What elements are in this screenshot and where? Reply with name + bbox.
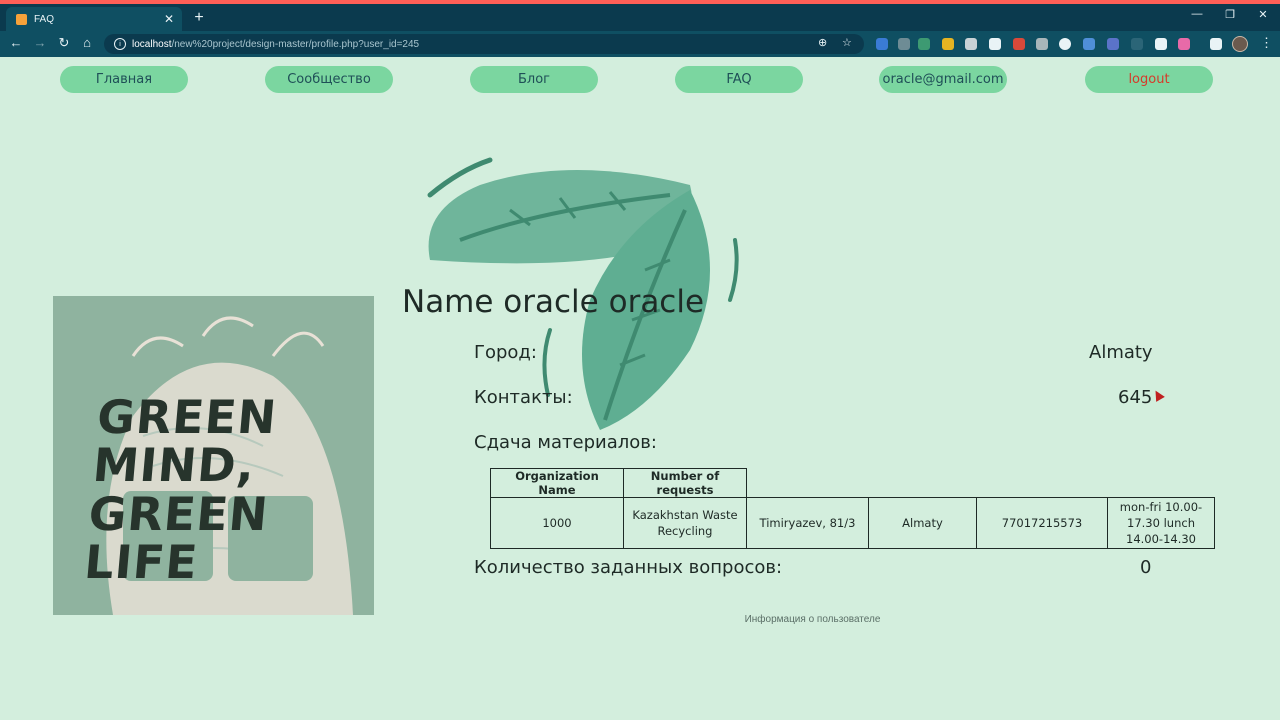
restore-button[interactable]: ❐ — [1223, 8, 1237, 21]
tab-title: FAQ — [34, 13, 55, 25]
browser-tab[interactable]: FAQ ✕ — [6, 7, 182, 31]
extension-icon[interactable] — [1155, 38, 1167, 50]
table-cell: mon-fri 10.00-17.30 lunch 14.00-14.30 — [1107, 497, 1215, 549]
poster-line-2: GREEN LIFE — [82, 486, 271, 589]
extension-icon[interactable] — [989, 38, 1001, 50]
browser-toolbar: ← → ↻ ⌂ i localhost /new%20project/desig… — [0, 31, 1280, 57]
profile-name-heading: Name oracle oracle — [402, 284, 705, 320]
extension-icon[interactable] — [1059, 38, 1071, 50]
extension-icon[interactable] — [1178, 38, 1190, 50]
url-host: localhost — [132, 38, 172, 50]
forward-icon[interactable]: → — [32, 35, 48, 50]
profile-avatar[interactable] — [1232, 36, 1248, 52]
favicon-icon — [16, 13, 27, 25]
extension-icon[interactable] — [1036, 38, 1048, 50]
extension-icon[interactable] — [1013, 38, 1025, 50]
table-header-row: Organization Name Number of requests — [490, 468, 1215, 498]
extension-icon[interactable] — [1131, 38, 1143, 50]
new-tab-button[interactable]: + — [192, 9, 206, 27]
bookmark-star-icon[interactable]: ☆ — [842, 36, 852, 49]
tab-strip: FAQ ✕ + — ❐ ✕ — [0, 4, 1280, 31]
table-header-empty — [977, 469, 1108, 498]
city-value: Almaty — [1089, 342, 1153, 363]
home-icon[interactable]: ⌂ — [79, 35, 95, 50]
menu-icon[interactable]: ⋮ — [1260, 35, 1273, 51]
nav-faq-button[interactable]: FAQ — [675, 66, 803, 93]
contacts-label: Контакты: — [474, 387, 573, 408]
back-icon[interactable]: ← — [8, 35, 24, 50]
poster-text: GREEN MIND, GREEN LIFE — [82, 390, 374, 589]
green-mind-poster-image: GREEN MIND, GREEN LIFE — [53, 296, 374, 615]
table-header-empty — [747, 469, 869, 498]
materials-table: Organization Name Number of requests 100… — [490, 468, 1215, 549]
extension-icon[interactable] — [942, 38, 954, 50]
table-cell: Timiryazev, 81/3 — [746, 497, 869, 549]
reload-icon[interactable]: ↻ — [56, 35, 72, 51]
close-window-button[interactable]: ✕ — [1256, 8, 1270, 21]
table-header-empty — [1108, 469, 1215, 498]
address-bar[interactable]: i localhost /new%20project/design-master… — [104, 34, 864, 54]
table-header: Number of requests — [623, 468, 747, 498]
minimize-button[interactable]: — — [1190, 8, 1204, 20]
extension-icon[interactable] — [1083, 38, 1095, 50]
logout-button[interactable]: logout — [1085, 66, 1213, 93]
materials-label: Сдача материалов: — [474, 432, 657, 453]
questions-label: Количество заданных вопросов: — [474, 557, 783, 578]
extension-icon[interactable] — [965, 38, 977, 50]
poster-line-1: GREEN MIND, — [90, 390, 280, 493]
table-row: 1000 Kazakhstan Waste Recycling Timiryaz… — [490, 497, 1215, 549]
table-cell: 1000 — [490, 497, 624, 549]
nav-blog-button[interactable]: Блог — [470, 66, 598, 93]
city-label: Город: — [474, 342, 537, 363]
extension-icon[interactable] — [898, 38, 910, 50]
reading-list-icon[interactable] — [1210, 38, 1222, 50]
extension-icon[interactable] — [918, 38, 930, 50]
extension-icon[interactable] — [876, 38, 888, 50]
url-path: /new%20project/design-master/profile.php… — [171, 38, 420, 50]
nav-email-button[interactable]: oracle@gmail.com — [879, 66, 1007, 93]
questions-value: 0 — [1140, 557, 1152, 578]
zoom-icon[interactable]: ⊕ — [818, 36, 827, 49]
table-header-empty — [869, 469, 977, 498]
mouse-cursor-icon — [1151, 388, 1165, 402]
nav-home-button[interactable]: Главная — [60, 66, 188, 93]
table-cell: Almaty — [868, 497, 977, 549]
table-cell: Kazakhstan Waste Recycling — [623, 497, 747, 549]
extension-icon[interactable] — [1107, 38, 1119, 50]
tab-close-icon[interactable]: ✕ — [162, 12, 176, 26]
contacts-value: 645 — [1118, 387, 1153, 408]
table-header: Organization Name — [490, 468, 624, 498]
nav-community-button[interactable]: Сообщество — [265, 66, 393, 93]
site-info-icon[interactable]: i — [114, 38, 126, 50]
footer-caption: Информация о пользователе — [744, 614, 881, 625]
table-cell: 77017215573 — [976, 497, 1108, 549]
